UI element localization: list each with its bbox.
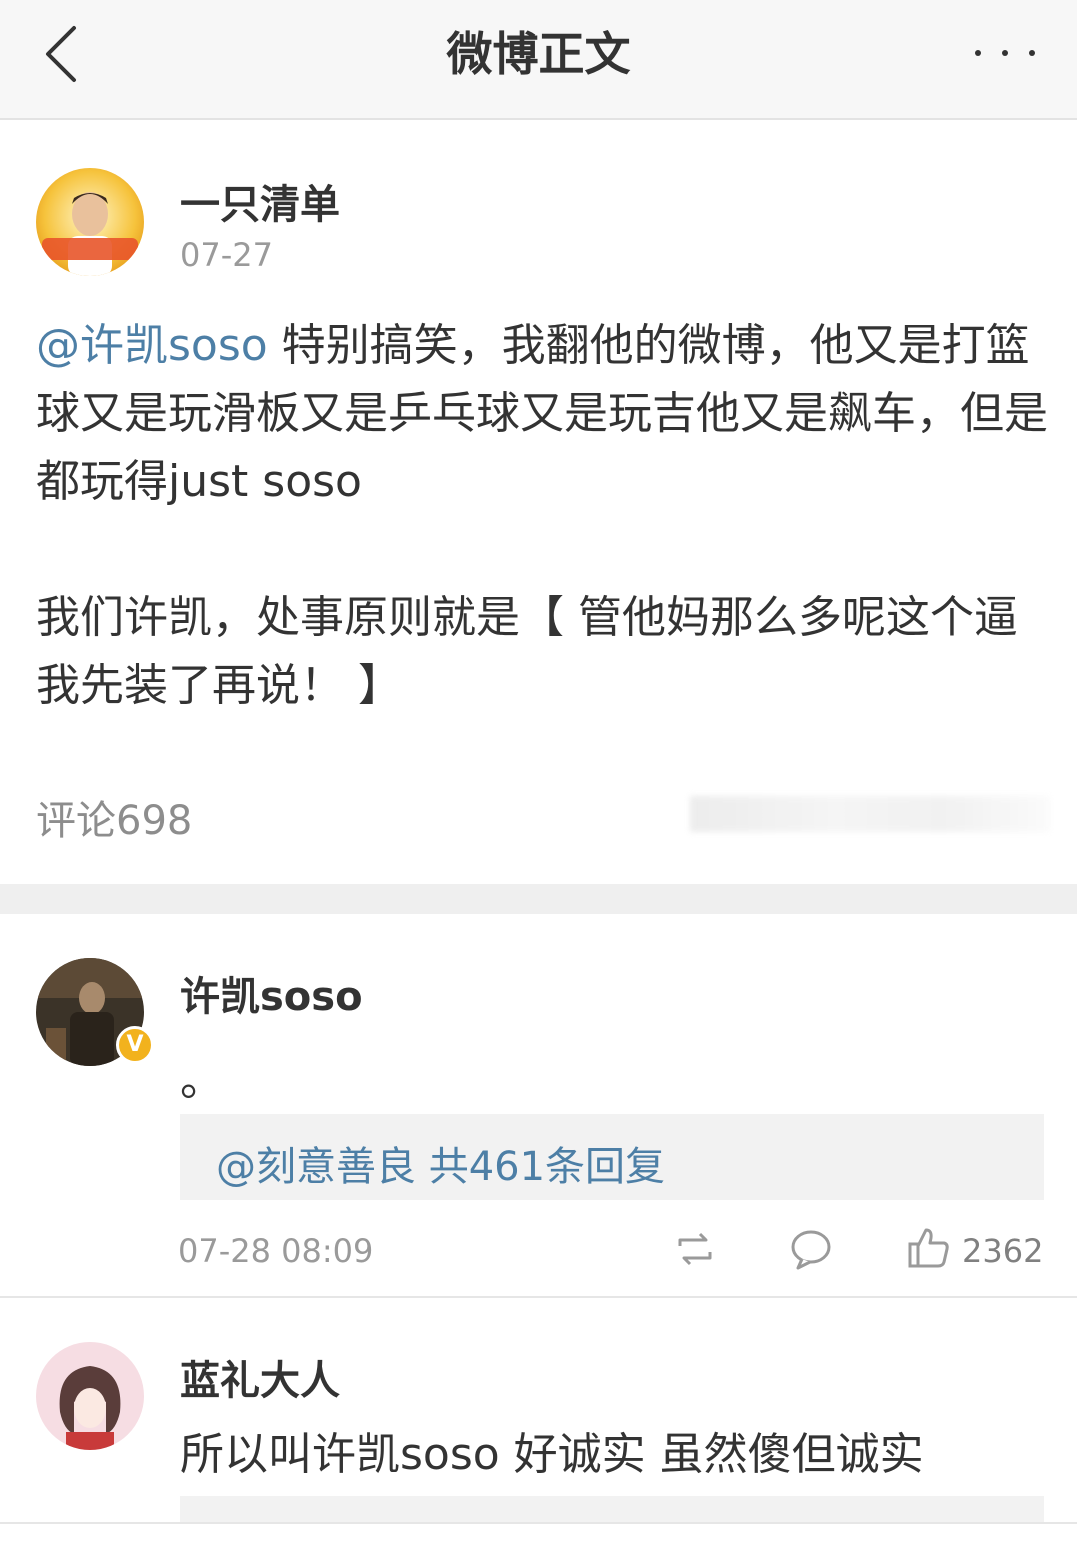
comment-timestamp: 07-28 08:09 xyxy=(178,1232,374,1270)
comment-divider xyxy=(0,1296,1077,1298)
post-author-avatar[interactable] xyxy=(36,168,144,276)
comment-count-tab[interactable]: 评论698 xyxy=(36,788,192,846)
more-horizontal-icon xyxy=(975,50,981,56)
back-button[interactable] xyxy=(36,22,92,86)
comment-button[interactable] xyxy=(788,1226,834,1272)
section-divider xyxy=(0,884,1077,914)
more-dot xyxy=(1002,50,1008,56)
comment-author-name[interactable]: 许凯soso xyxy=(180,964,363,1022)
chevron-left-icon xyxy=(46,26,76,82)
like-count: 2362 xyxy=(962,1232,1044,1270)
post-paragraph-2: 我们许凯，处事原则就是【 管他妈那么多呢这个逼我先装了再说！ 】 xyxy=(36,592,1018,711)
reply-thread-summary[interactable] xyxy=(180,1496,1044,1524)
verified-badge-icon: V xyxy=(116,1026,154,1064)
comment-divider xyxy=(0,1522,1077,1524)
top-navigation-bar: 微博正文 xyxy=(0,0,1077,120)
post-date: 07-27 xyxy=(180,236,273,274)
post-author-name[interactable]: 一只清单 xyxy=(180,172,340,230)
post-content: @许凯soso 特别搞笑，我翻他的微博，他又是打篮球又是玩滑板又是乒乓球又是玩吉… xyxy=(36,312,1048,720)
comment-bubble-icon xyxy=(791,1230,831,1270)
comment-author-avatar[interactable] xyxy=(36,1342,144,1450)
comment-author-name[interactable]: 蓝礼大人 xyxy=(180,1348,340,1406)
weibo-post-page: 微博正文 一只清单 07-27 @许凯soso 特别搞笑，我翻他的微博，他又是打… xyxy=(0,0,1077,1551)
like-button[interactable] xyxy=(906,1224,952,1270)
comment-text: 。 xyxy=(180,1055,224,1106)
reply-thread-summary[interactable]: @刻意善良 共461条回复 xyxy=(180,1114,1044,1200)
more-dot xyxy=(1029,50,1035,56)
repost-icon xyxy=(678,1232,712,1266)
page-title: 微博正文 xyxy=(446,27,631,81)
mention-link[interactable]: @许凯soso xyxy=(36,320,268,371)
reply-summary-link[interactable]: @刻意善良 共461条回复 xyxy=(216,1134,665,1192)
blurred-stats-area xyxy=(690,796,1050,832)
comment-text: 所以叫许凯soso 好诚实 虽然傻但诚实 xyxy=(180,1429,924,1480)
thumbs-up-icon xyxy=(908,1228,949,1268)
repost-button[interactable] xyxy=(672,1226,718,1272)
more-options-button[interactable] xyxy=(971,30,1041,74)
post-paragraph-1: @许凯soso 特别搞笑，我翻他的微博，他又是打篮球又是玩滑板又是乒乓球又是玩吉… xyxy=(36,312,1048,516)
